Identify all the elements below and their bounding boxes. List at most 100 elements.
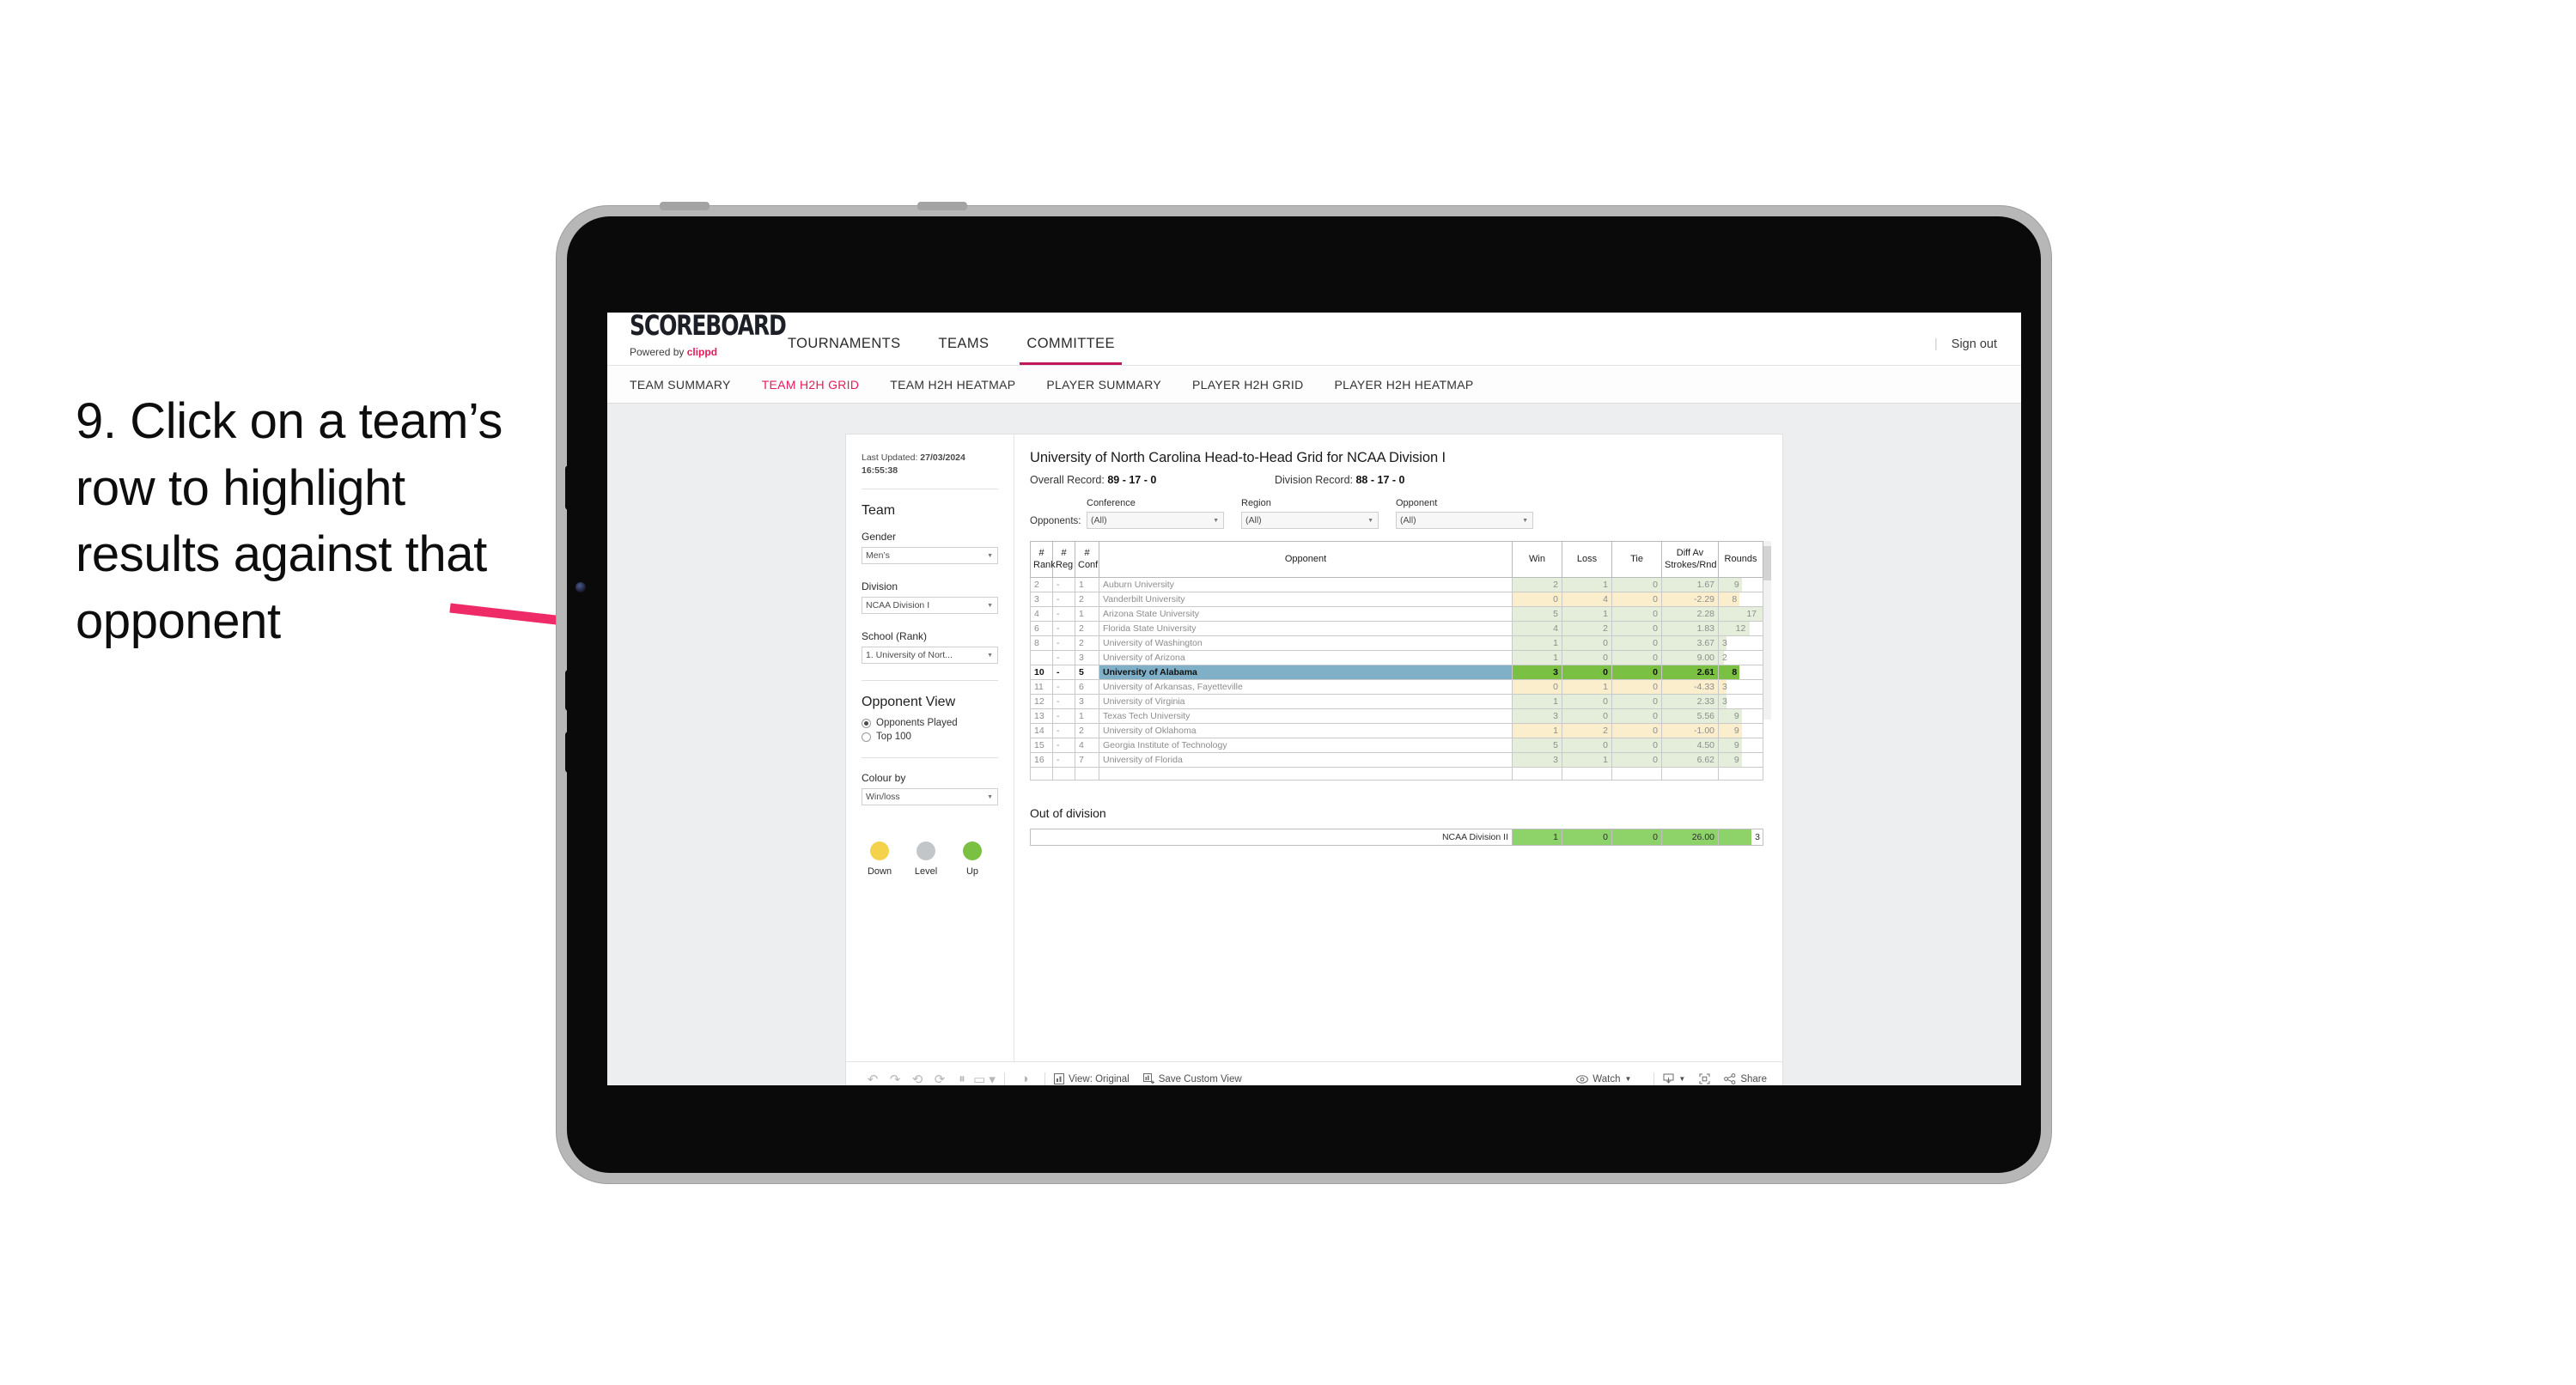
table-row[interactable]: 15-4 Georgia Institute of Technology 5 0 0 4.…: [1030, 738, 1763, 753]
conference-filter: Conference (All) ▼: [1087, 498, 1224, 529]
col-win: Win: [1512, 541, 1562, 578]
table-row[interactable]: 3-2 Vanderbilt University 0 4 0 -2.29 8: [1030, 592, 1763, 607]
subnav-team-h2h-heatmap[interactable]: TEAM H2H HEATMAP: [890, 378, 1015, 392]
device-top-button-2: [917, 202, 967, 210]
table-row[interactable]: 10-5 University of Alabama 3 0 0 2.61 8: [1030, 665, 1763, 680]
subnav-player-h2h-grid[interactable]: PLAYER H2H GRID: [1192, 378, 1304, 392]
team-section-heading: Team: [862, 503, 896, 519]
legend-dot-down: [870, 841, 889, 861]
cell-reg: -: [1052, 679, 1075, 695]
help-icon[interactable]: ◑: [1014, 1072, 1036, 1085]
table-row[interactable]: 13-1 Texas Tech University 3 0 0 5.56 9: [1030, 708, 1763, 724]
radio-icon-selected: [862, 718, 871, 728]
front-camera-icon: [575, 582, 586, 592]
rounds-value: 3: [1722, 696, 1727, 707]
cell-opponent: Auburn University: [1099, 577, 1513, 592]
table-row[interactable]: 4-1 Arizona State University 5 1 0 2.28 17: [1030, 606, 1763, 622]
watch-button[interactable]: Watch ▼: [1576, 1074, 1631, 1084]
signout-button[interactable]: Sign out: [1952, 337, 1997, 351]
nav-tournaments[interactable]: TOURNAMENTS: [769, 336, 920, 365]
cell-rank: 10: [1030, 665, 1053, 680]
filter-dropdown-icon[interactable]: ▭ ▾: [973, 1072, 996, 1086]
chevron-down-icon: ▼: [987, 602, 993, 609]
region-filter: Region (All) ▼: [1241, 498, 1379, 529]
table-row[interactable]: 6-2 Florida State University 4 2 0 1.83 12: [1030, 621, 1763, 636]
school-rank-value: 1. University of Nort...: [866, 650, 953, 661]
radio-top-100-label: Top 100: [876, 732, 911, 743]
save-custom-view-button[interactable]: Save Custom View: [1142, 1073, 1242, 1084]
subnav-player-h2h-heatmap[interactable]: PLAYER H2H HEATMAP: [1335, 378, 1474, 392]
cell-rank: 8: [1030, 635, 1053, 651]
ood-tie: 0: [1611, 829, 1662, 846]
chevron-down-icon: ▼: [987, 652, 993, 659]
table-row[interactable]: 2-1 Auburn University 2 1 0 1.67 9: [1030, 577, 1763, 592]
cell-opponent: University of Arizona: [1099, 650, 1513, 665]
table-row[interactable]: 14-2 University of Oklahoma 1 2 0 -1.00 9: [1030, 723, 1763, 738]
table-row[interactable]: 12-3 University of Virginia 1 0 0 2.33 3: [1030, 694, 1763, 709]
cell-tie: 0: [1611, 752, 1662, 768]
view-original-button[interactable]: View: Original: [1054, 1073, 1130, 1084]
cell-conf: 6: [1075, 679, 1099, 695]
tablet-screen: SCOREBOARD Powered by clippd TOURNAMENTS…: [607, 313, 2021, 1085]
revert-icon[interactable]: ⟲: [906, 1072, 929, 1086]
undo-icon[interactable]: ↶: [862, 1072, 884, 1086]
subnav-player-summary[interactable]: PLAYER SUMMARY: [1046, 378, 1161, 392]
opponents-filter-label: Opponents:: [1030, 516, 1081, 526]
cell-loss: 0: [1562, 650, 1612, 665]
view-icon: [1054, 1073, 1064, 1084]
table-row[interactable]: 16-7 University of Florida 3 1 0 6.62 9: [1030, 752, 1763, 768]
colour-by-select[interactable]: Win/loss ▼: [862, 788, 998, 806]
grid-body: 2-1 Auburn University 2 1 0 1.67 9 3-2 Vanderbil…: [1030, 577, 1763, 781]
redo-icon[interactable]: ↷: [884, 1072, 906, 1086]
download-button[interactable]: ▼: [1663, 1073, 1685, 1084]
col-loss: Loss: [1562, 541, 1612, 578]
cell-loss: 1: [1562, 679, 1612, 695]
cell-rounds: 2: [1718, 650, 1763, 665]
pause-icon[interactable]: ⏸: [951, 1072, 973, 1085]
cell-opponent: Georgia Institute of Technology: [1099, 738, 1513, 753]
cell-win: 1: [1512, 650, 1562, 665]
cell-win: 0: [1512, 679, 1562, 695]
division-label: Division: [862, 580, 898, 593]
subnav-team-h2h-grid[interactable]: TEAM H2H GRID: [762, 378, 860, 392]
cell-rank: 13: [1030, 708, 1053, 724]
legend-item-level: Level: [911, 841, 941, 877]
chevron-down-icon: ▼: [987, 552, 993, 559]
table-row[interactable]: 11-6 University of Arkansas, Fayetteville…: [1030, 679, 1763, 695]
fullscreen-button[interactable]: [1699, 1073, 1710, 1084]
cell-opponent: Vanderbilt University: [1099, 592, 1513, 607]
refresh-icon[interactable]: ⟳: [929, 1072, 951, 1086]
chevron-down-icon: ▼: [1213, 517, 1219, 524]
nav-committee[interactable]: COMMITTEE: [1008, 336, 1134, 365]
cell-rounds: 9: [1718, 738, 1763, 753]
gender-select[interactable]: Men’s ▼: [862, 547, 998, 565]
cell-tie: 0: [1611, 694, 1662, 709]
radio-opponents-played[interactable]: Opponents Played: [862, 718, 998, 728]
radio-top-100[interactable]: Top 100: [862, 732, 998, 742]
table-row[interactable]: 8-2 University of Washington 1 0 0 3.67 3: [1030, 635, 1763, 651]
out-of-division-row[interactable]: NCAA Division II 1 0 0 26.00 3: [1030, 829, 1763, 846]
opponent-filter-value: (All): [1400, 515, 1416, 525]
cell-reg: -: [1052, 694, 1075, 709]
powered-by-text: Powered by: [630, 346, 687, 358]
table-row[interactable]: -3 University of Arizona 1 0 0 9.00 2: [1030, 650, 1763, 665]
opponent-filter-select[interactable]: (All) ▼: [1396, 512, 1533, 529]
school-rank-select[interactable]: 1. University of Nort... ▼: [862, 647, 998, 665]
table-scrollbar[interactable]: [1763, 541, 1771, 720]
cell-rank: [1030, 650, 1053, 665]
cell-win: 2: [1512, 577, 1562, 592]
conference-filter-select[interactable]: (All) ▼: [1087, 512, 1224, 529]
cell-tie: 0: [1611, 635, 1662, 651]
cell-rounds: 9: [1718, 752, 1763, 768]
nav-teams[interactable]: TEAMS: [920, 336, 1008, 365]
scrollbar-thumb[interactable]: [1763, 546, 1771, 580]
region-filter-select[interactable]: (All) ▼: [1241, 512, 1379, 529]
cell-loss: 4: [1562, 592, 1612, 607]
share-button[interactable]: Share: [1724, 1073, 1767, 1084]
division-select[interactable]: NCAA Division I ▼: [862, 597, 998, 615]
cell-opponent: University of Florida: [1099, 752, 1513, 768]
conference-filter-value: (All): [1091, 515, 1107, 525]
cell-conf: 2: [1075, 723, 1099, 738]
visualization-body: Last Updated: 27/03/2024 16:55:38 Team G…: [846, 434, 1782, 1061]
subnav-team-summary[interactable]: TEAM SUMMARY: [630, 378, 731, 392]
